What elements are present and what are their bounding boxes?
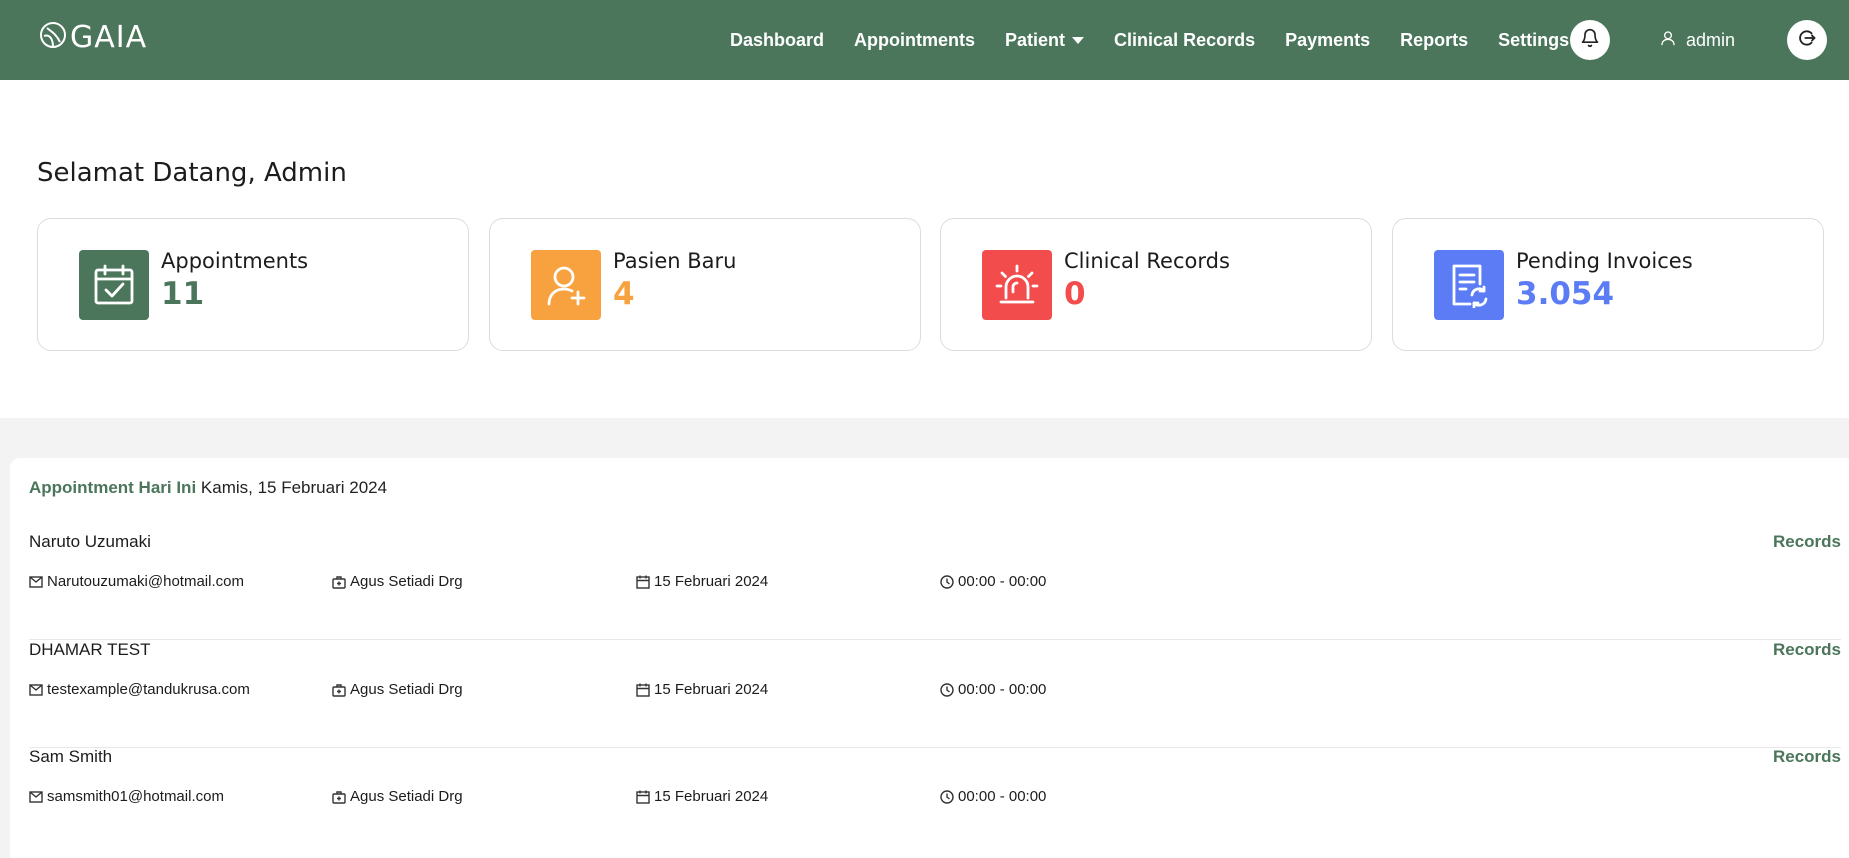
patient-name: Naruto Uzumaki <box>29 532 151 551</box>
stat-value: 3.054 <box>1516 276 1615 312</box>
clock-icon <box>940 574 954 589</box>
stat-label: Pasien Baru <box>613 249 737 273</box>
nav-settings[interactable]: Settings <box>1498 30 1569 51</box>
stat-label: Clinical Records <box>1064 249 1230 273</box>
user-menu[interactable]: admin <box>1660 0 1735 80</box>
user-icon <box>1660 29 1686 52</box>
nav-clinical-records[interactable]: Clinical Records <box>1114 30 1255 51</box>
user-plus-icon <box>531 250 601 320</box>
clock-icon <box>940 682 954 697</box>
top-navbar: GAIA Dashboard Appointments Patient Clin… <box>0 0 1849 80</box>
mail-icon <box>29 790 43 803</box>
date-text: 15 Februari 2024 <box>654 681 769 698</box>
patient-email: testexample@tandukrusa.com <box>29 681 250 698</box>
appointment-row: Sam Smith Records samsmith01@hotmail.com… <box>29 747 1841 855</box>
nav-appointments[interactable]: Appointments <box>854 30 975 51</box>
medical-bag-icon <box>332 790 346 804</box>
appointment-time: 00:00 - 00:00 <box>940 573 1046 590</box>
doctor-info: Agus Setiadi Drg <box>332 573 463 590</box>
stat-value: 11 <box>161 276 205 312</box>
siren-icon <box>982 250 1052 320</box>
appointment-row: DHAMAR TEST Records testexample@tandukru… <box>29 640 1841 748</box>
doctor-name: Agus Setiadi Drg <box>350 788 463 805</box>
stat-value: 4 <box>613 276 635 312</box>
stat-value: 0 <box>1064 276 1086 312</box>
brand-name: GAIA <box>70 20 148 55</box>
stat-card-clinical-records[interactable]: Clinical Records 0 <box>940 218 1372 351</box>
nav-patient-label: Patient <box>1005 29 1066 50</box>
doctor-name: Agus Setiadi Drg <box>350 681 463 698</box>
appointment-date: 15 Februari 2024 <box>636 788 768 805</box>
username: admin <box>1686 29 1736 50</box>
doctor-info: Agus Setiadi Drg <box>332 681 463 698</box>
logout-icon <box>1797 28 1817 53</box>
doctor-name: Agus Setiadi Drg <box>350 573 463 590</box>
calendar-icon <box>636 575 650 589</box>
appointment-time: 00:00 - 00:00 <box>940 788 1046 805</box>
page-title: Selamat Datang, Admin <box>37 158 347 188</box>
records-link[interactable]: Records <box>1773 747 1841 767</box>
appointment-date: 15 Februari 2024 <box>636 573 768 590</box>
calendar-icon <box>636 683 650 697</box>
patient-name: Sam Smith <box>29 747 113 766</box>
bell-icon <box>1580 28 1600 53</box>
stat-label: Appointments <box>161 249 309 273</box>
mail-icon <box>29 575 43 588</box>
patient-email: Narutouzumaki@hotmail.com <box>29 573 244 590</box>
nav-payments[interactable]: Payments <box>1285 30 1370 51</box>
main-nav: Dashboard Appointments Patient Clinical … <box>730 0 1599 80</box>
email-text: samsmith01@hotmail.com <box>47 788 224 805</box>
panel-heading: Appointment Hari Ini <box>29 478 197 497</box>
medical-bag-icon <box>332 683 346 697</box>
time-text: 00:00 - 00:00 <box>958 681 1047 698</box>
stat-card-pasien-baru[interactable]: Pasien Baru 4 <box>489 218 921 351</box>
appointment-time: 00:00 - 00:00 <box>940 681 1046 698</box>
stat-label: Pending Invoices <box>1516 249 1693 273</box>
date-text: 15 Februari 2024 <box>654 573 769 590</box>
notifications-button[interactable] <box>1570 20 1610 60</box>
email-text: Narutouzumaki@hotmail.com <box>47 573 244 590</box>
mail-icon <box>29 683 43 696</box>
welcome-section: Selamat Datang, Admin Appointments 11 Pa… <box>0 80 1849 418</box>
stat-card-pending-invoices[interactable]: Pending Invoices 3.054 <box>1392 218 1824 351</box>
time-text: 00:00 - 00:00 <box>958 788 1047 805</box>
nav-dashboard[interactable]: Dashboard <box>730 30 824 51</box>
nav-patient-dropdown[interactable]: Patient <box>1005 29 1085 51</box>
panel-title: Appointment Hari Ini Kamis, 15 Februari … <box>29 478 387 498</box>
stat-card-appointments[interactable]: Appointments 11 <box>37 218 469 351</box>
appointment-date: 15 Februari 2024 <box>636 681 768 698</box>
patient-name: DHAMAR TEST <box>29 640 151 659</box>
caret-down-icon <box>1072 36 1085 44</box>
email-text: testexample@tandukrusa.com <box>47 681 250 698</box>
date-text: 15 Februari 2024 <box>654 788 769 805</box>
nav-reports[interactable]: Reports <box>1400 30 1468 51</box>
logout-button[interactable] <box>1787 20 1827 60</box>
patient-email: samsmith01@hotmail.com <box>29 788 224 805</box>
leaf-logo-icon <box>38 20 68 55</box>
brand-logo[interactable]: GAIA <box>38 20 147 55</box>
calendar-icon <box>636 790 650 804</box>
records-link[interactable]: Records <box>1773 532 1841 552</box>
time-text: 00:00 - 00:00 <box>958 573 1047 590</box>
records-link[interactable]: Records <box>1773 640 1841 660</box>
clock-icon <box>940 789 954 804</box>
doctor-info: Agus Setiadi Drg <box>332 788 463 805</box>
panel-date: Kamis, 15 Februari 2024 <box>200 478 388 497</box>
calendar-check-icon <box>79 250 149 320</box>
invoice-refresh-icon <box>1434 250 1504 320</box>
medical-bag-icon <box>332 575 346 589</box>
appointments-today-panel: Appointment Hari Ini Kamis, 15 Februari … <box>10 458 1849 858</box>
appointment-row: Naruto Uzumaki Records Narutouzumaki@hot… <box>29 532 1841 640</box>
